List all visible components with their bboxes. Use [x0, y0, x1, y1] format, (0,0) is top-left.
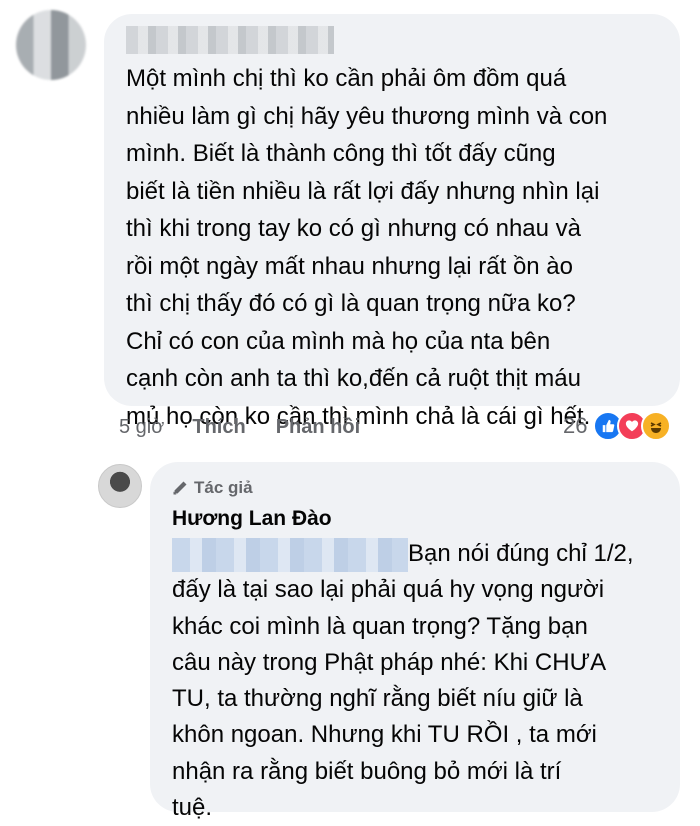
- pencil-icon: [173, 481, 187, 495]
- comment-line: thì khi trong tay ko có gì nhưng có nhau…: [126, 215, 582, 242]
- author-avatar[interactable]: [98, 464, 142, 508]
- comment-line: Một mình chị thì ko cần phải ôm đồm quá: [126, 65, 567, 92]
- author-badge-label: Tác giả: [194, 478, 253, 497]
- reply-button[interactable]: Phản hồi: [276, 416, 360, 439]
- comment-line: thì chị thấy đó có gì là quan trọng nữa …: [126, 290, 576, 317]
- reply-line: câu này trong Phật pháp nhé: Khi CHƯA: [172, 648, 607, 676]
- reply-line: TU, ta thường nghĩ rằng biết níu giữ là: [172, 685, 583, 713]
- reply-bubble: Tác giả Hương Lan Đào Bạn nói đúng chỉ 1…: [150, 462, 680, 821]
- reply-text: Bạn nói đúng chỉ 1/2, đấy là tại sao lại…: [172, 536, 677, 826]
- comment-line: Chỉ có con của mình mà họ của nta bên: [126, 327, 551, 355]
- comment-line: biết là tiền nhiều là rất lợi đấy nhưng …: [126, 177, 600, 205]
- reply-line: khôn ngoan. Nhưng khi TU RỒI , ta mới: [172, 721, 597, 749]
- like-button[interactable]: Thích: [192, 416, 245, 439]
- comment-bubble: Một mình chị thì ko cần phải ôm đồm quá …: [104, 14, 680, 430]
- reply-line: Bạn nói đúng chỉ 1/2,: [408, 540, 634, 567]
- comment-line: mình. Biết là thành công thì tốt đấy cũn…: [126, 140, 556, 167]
- reaction-summary[interactable]: 26: [563, 411, 672, 441]
- comment-line: cạnh còn anh ta thì ko,đến cả ruột thịt …: [126, 365, 581, 392]
- reply-line: đấy là tại sao lại phải quá hy vọng ngườ…: [172, 576, 605, 604]
- reply-line: khác coi mình là quan trọng? Tặng bạn: [172, 612, 588, 640]
- commenter-name-redacted[interactable]: [126, 26, 334, 54]
- reaction-count: 26: [563, 413, 588, 438]
- author-name[interactable]: Hương Lan Đào: [172, 507, 332, 531]
- reply-line: tuệ.: [172, 794, 213, 822]
- haha-icon: [641, 411, 672, 441]
- comment-line: rồi một ngày mất nhau nhưng lại rất ồn à…: [126, 252, 573, 280]
- comment-actions: 5 giờ Thích Phản hồi: [119, 412, 390, 442]
- author-badge: Tác giả: [172, 478, 253, 498]
- commenter-avatar[interactable]: [16, 10, 86, 80]
- comment-line: nhiều làm gì chị hãy yêu thương mình và …: [126, 102, 608, 130]
- comment-text: Một mình chị thì ko cần phải ôm đồm quá …: [126, 60, 671, 435]
- comment-timestamp[interactable]: 5 giờ: [119, 416, 164, 439]
- reply-line: nhận ra rằng biết buông bỏ mới là trí: [172, 757, 562, 785]
